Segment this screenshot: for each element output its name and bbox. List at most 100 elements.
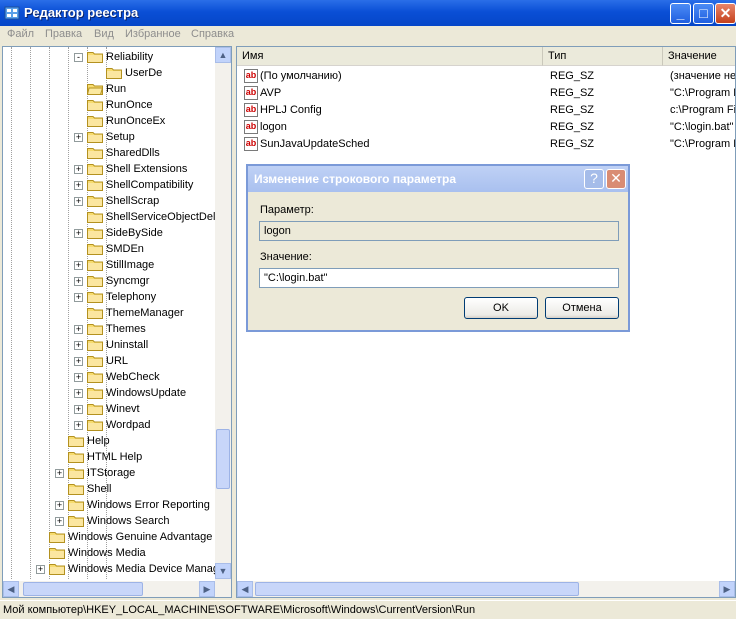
tree-item[interactable]: UserDe	[3, 65, 215, 81]
scroll-right-button[interactable]: ▶	[199, 581, 215, 597]
tree-item[interactable]: SMDEn	[3, 241, 215, 257]
expand-icon[interactable]: +	[74, 197, 83, 206]
tree-hscroll-thumb[interactable]	[23, 582, 143, 596]
folder-icon	[68, 500, 84, 511]
tree-item[interactable]: + Uninstall	[3, 337, 215, 353]
expand-icon[interactable]: +	[74, 421, 83, 430]
maximize-button[interactable]: □	[693, 3, 714, 24]
tree-item[interactable]: + ShellScrap	[3, 193, 215, 209]
scroll-right-button[interactable]: ▶	[719, 581, 735, 597]
column-header-data[interactable]: Значение	[663, 47, 735, 66]
tree-item[interactable]: + Windows Error Reporting	[3, 497, 215, 513]
ok-button[interactable]: OK	[464, 297, 538, 319]
menu-favorites[interactable]: Избранное	[125, 28, 181, 40]
values-hscroll[interactable]: ◀ ▶	[237, 581, 735, 597]
tree-item[interactable]: + Setup	[3, 129, 215, 145]
tree-item-label: Windows Media	[68, 547, 146, 559]
tree-vscroll[interactable]: ▲ ▼	[215, 47, 231, 581]
tree-item-label: WebCheck	[106, 371, 160, 383]
value-row[interactable]: abHPLJ Config REG_SZ c:\Program Files\	[237, 102, 735, 119]
expand-icon[interactable]: +	[74, 357, 83, 366]
tree-item-label: Themes	[106, 323, 146, 335]
expand-icon[interactable]: +	[74, 165, 83, 174]
folder-icon	[87, 276, 103, 287]
minimize-button[interactable]: _	[670, 3, 691, 24]
tree-item[interactable]: + Winevt	[3, 401, 215, 417]
param-label: Параметр:	[260, 204, 314, 216]
tree-item[interactable]: + Windows Search	[3, 513, 215, 529]
expand-icon[interactable]: +	[74, 325, 83, 334]
tree-item[interactable]: + WebCheck	[3, 369, 215, 385]
expand-icon[interactable]: +	[55, 469, 64, 478]
scroll-left-button[interactable]: ◀	[3, 581, 19, 597]
tree-item[interactable]: + Windows Media Device Manager	[3, 561, 229, 577]
folder-icon	[87, 100, 103, 111]
tree-item-label: RunOnce	[106, 99, 153, 111]
tree-item-label: ThemeManager	[106, 307, 184, 319]
column-header-type[interactable]: Тип	[543, 47, 663, 66]
tree-item[interactable]: + StillImage	[3, 257, 215, 273]
tree-hscroll[interactable]: ◀ ▶	[3, 581, 231, 597]
dialog-close-button[interactable]: ✕	[606, 169, 626, 189]
tree-item[interactable]: + SideBySide	[3, 225, 215, 241]
expand-icon[interactable]: +	[74, 229, 83, 238]
value-data: "C:\Program Files\	[670, 138, 735, 150]
expand-icon[interactable]: +	[74, 277, 83, 286]
expand-icon[interactable]: +	[74, 341, 83, 350]
tree-item[interactable]: HTML Help	[3, 449, 215, 465]
expand-icon[interactable]: +	[55, 501, 64, 510]
value-row[interactable]: abSunJavaUpdateSched REG_SZ "C:\Program Fi…	[237, 136, 735, 153]
tree-item[interactable]: + ITStorage	[3, 465, 215, 481]
menu-edit[interactable]: Правка	[45, 28, 82, 40]
value-label: Значение:	[260, 251, 312, 263]
scroll-up-button[interactable]: ▲	[215, 47, 231, 63]
tree-item-label: SideBySide	[106, 227, 163, 239]
menu-view[interactable]: Вид	[94, 28, 114, 40]
folder-icon	[87, 116, 103, 127]
tree-item[interactable]: - Reliability	[3, 49, 215, 65]
tree-item[interactable]: ThemeManager	[3, 305, 215, 321]
cancel-button[interactable]: Отмена	[545, 297, 619, 319]
tree-item[interactable]: Windows Media	[3, 545, 215, 561]
tree-item[interactable]: + Shell Extensions	[3, 161, 215, 177]
expand-icon[interactable]: +	[74, 389, 83, 398]
help-button[interactable]: ?	[584, 169, 604, 189]
tree-item[interactable]: SharedDlls	[3, 145, 215, 161]
expand-icon[interactable]: +	[55, 517, 64, 526]
close-button[interactable]: ✕	[715, 3, 736, 24]
tree-item[interactable]: + Themes	[3, 321, 215, 337]
value-row[interactable]: abAVP REG_SZ "C:\Program Files\	[237, 85, 735, 102]
menu-file[interactable]: Файл	[7, 28, 34, 40]
tree-item[interactable]: RunOnceEx	[3, 113, 215, 129]
tree-item[interactable]: Shell	[3, 481, 215, 497]
tree-vscroll-thumb[interactable]	[216, 429, 230, 489]
expand-icon[interactable]: +	[74, 261, 83, 270]
tree-item[interactable]: Windows Genuine Advantage	[3, 529, 215, 545]
menu-help[interactable]: Справка	[191, 28, 234, 40]
scroll-down-button[interactable]: ▼	[215, 563, 231, 579]
tree-item[interactable]: RunOnce	[3, 97, 215, 113]
tree-item[interactable]: + WindowsUpdate	[3, 385, 215, 401]
tree-item[interactable]: + Syncmgr	[3, 273, 215, 289]
expand-icon[interactable]: +	[74, 181, 83, 190]
expand-icon[interactable]: +	[74, 133, 83, 142]
values-hscroll-thumb[interactable]	[255, 582, 579, 596]
tree-item[interactable]: + ShellCompatibility	[3, 177, 215, 193]
column-header-name[interactable]: Имя	[237, 47, 543, 66]
expand-icon[interactable]: +	[74, 293, 83, 302]
tree-item[interactable]: + Telephony	[3, 289, 215, 305]
tree-item[interactable]: Run	[3, 81, 215, 97]
tree-item[interactable]: ShellServiceObjectDelayLoad	[3, 209, 231, 225]
collapse-icon[interactable]: -	[74, 53, 83, 62]
tree-item[interactable]: Help	[3, 433, 215, 449]
expand-icon[interactable]: +	[74, 405, 83, 414]
expand-icon[interactable]: +	[36, 565, 45, 574]
tree-item[interactable]: + URL	[3, 353, 215, 369]
value-data-input[interactable]: "C:\login.bat"	[259, 268, 619, 288]
scroll-left-button[interactable]: ◀	[237, 581, 253, 597]
expand-icon[interactable]: +	[74, 373, 83, 382]
tree-item-label: Uninstall	[106, 339, 149, 351]
tree-item[interactable]: + Wordpad	[3, 417, 215, 433]
value-row[interactable]: ab logon REG_SZ "C:\login.bat"	[237, 119, 735, 136]
value-row[interactable]: ab(По умолчанию) REG_SZ (значение не присв…	[237, 68, 735, 85]
